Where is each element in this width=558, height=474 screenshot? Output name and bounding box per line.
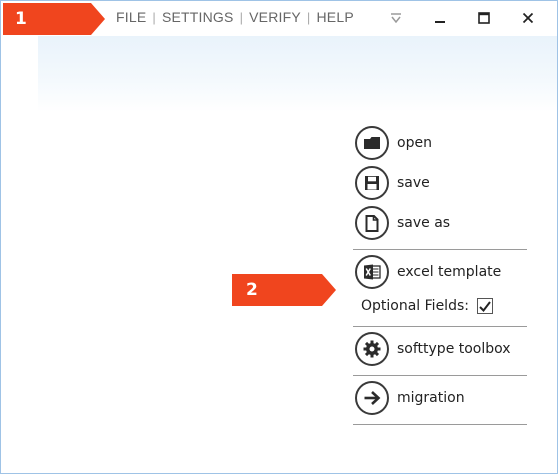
divider [353, 326, 527, 327]
menu-help[interactable]: HELP [316, 9, 353, 25]
document-icon [355, 206, 389, 240]
dropdown-button[interactable] [374, 5, 418, 31]
open-label: open [397, 135, 432, 151]
dropdown-icon [391, 13, 401, 23]
menu-separator: | [306, 9, 311, 25]
folder-icon [355, 126, 389, 160]
menu-separator: | [152, 9, 156, 25]
menu-separator: | [239, 9, 244, 25]
menu-verify[interactable]: VERIFY [249, 9, 301, 25]
softtype-toolbox-label: softtype toolbox [397, 341, 511, 357]
gear-icon [355, 332, 389, 366]
arrow-right-icon [355, 381, 389, 415]
floppy-disk-icon [355, 166, 389, 200]
optional-fields-row: Optional Fields: [361, 292, 528, 320]
maximize-button[interactable] [462, 5, 506, 31]
divider [353, 375, 527, 376]
excel-icon [355, 255, 389, 289]
menu-bar: FILE | SETTINGS | VERIFY | HELP [116, 9, 354, 25]
save-as-label: save as [397, 215, 451, 231]
callout-step-2: 2 [232, 274, 336, 306]
window-controls [374, 5, 550, 31]
migration-button[interactable]: migration [353, 378, 528, 418]
minimize-button[interactable] [418, 5, 462, 31]
menu-file[interactable]: FILE [116, 9, 146, 25]
save-label: save [397, 175, 430, 191]
callout-step-2-number: 2 [246, 280, 258, 300]
maximize-icon [478, 12, 490, 24]
menu-settings[interactable]: SETTINGS [162, 9, 234, 25]
optional-fields-checkbox[interactable] [476, 298, 493, 314]
open-button[interactable]: open [353, 123, 528, 163]
migration-label: migration [397, 390, 465, 406]
save-button[interactable]: save [353, 163, 528, 203]
optional-fields-label: Optional Fields: [361, 298, 469, 314]
callout-step-1: 1 [3, 3, 105, 35]
header-gradient [38, 36, 557, 112]
callout-step-1-number: 1 [15, 9, 27, 29]
softtype-toolbox-button[interactable]: softtype toolbox [353, 329, 528, 369]
divider [353, 424, 527, 425]
excel-template-label: excel template [397, 264, 502, 280]
save-as-button[interactable]: save as [353, 203, 528, 243]
file-menu-panel: open save save as excel template Optiona… [353, 123, 528, 427]
excel-template-button[interactable]: excel template [353, 252, 528, 292]
checkmark-icon [479, 300, 491, 312]
divider [353, 249, 527, 250]
close-icon [522, 12, 534, 24]
minimize-icon [435, 21, 445, 23]
close-button[interactable] [506, 5, 550, 31]
